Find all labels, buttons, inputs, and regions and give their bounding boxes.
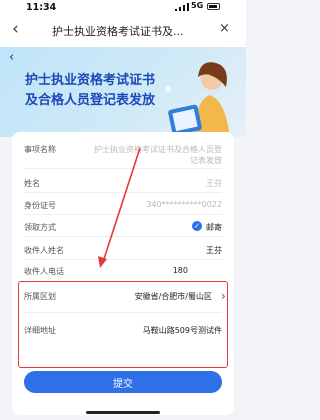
status-time: 11:34 [26,2,57,13]
region-select[interactable]: 安徽省/合肥市/蜀山区 [135,291,212,302]
item-name-label: 事项名称 [24,145,56,154]
divider [24,312,222,313]
id-number-value: 340**********0022 [146,200,222,209]
hero-banner: ‹ 护士执业资格考试证书 及合格人员登记表发放 [0,47,246,137]
illustration-woman-reading-icon [165,62,230,137]
collect-method-value[interactable]: 邮寄 [206,222,222,233]
navigation-bar: ‹ 护士执业资格考试证书及... × [0,15,246,47]
name-value: 王芬 [206,179,222,188]
close-icon[interactable]: × [219,21,230,36]
network-type: 5G [191,1,204,10]
hero-title-line2: 及合格人员登记表发放 [25,93,156,108]
divider [24,192,222,193]
divider [24,236,222,237]
recipient-phone-input[interactable]: 180 [173,266,188,275]
signal-icon [175,3,189,11]
divider [24,214,222,215]
item-name-value: 护士执业资格考试证书及合格人员登记表发放 [94,145,222,165]
recipient-name-label: 收件人姓名 [24,246,64,255]
recipient-phone-label: 收件人电话 [24,267,64,276]
back-icon[interactable]: ‹ [12,19,19,39]
id-number-label: 身份证号 [24,201,56,210]
divider [24,168,222,169]
divider [24,259,222,260]
status-bar: 11:34 5G [0,0,246,15]
battery-icon [207,3,220,10]
hero-title-line1: 护士执业资格考试证书 [25,73,156,88]
submit-button[interactable]: 提交 [24,371,222,393]
recipient-name-input[interactable]: 王芬 [206,245,222,256]
home-indicator [86,411,160,414]
checked-circle-icon[interactable]: ✓ [192,221,202,231]
name-label: 姓名 [24,179,40,188]
address-input[interactable]: 马鞍山路509号测试件 [143,325,222,336]
hero-back-icon[interactable]: ‹ [9,50,14,65]
chevron-right-icon[interactable]: › [221,289,226,303]
application-form: 事项名称 护士执业资格考试证书及合格人员登记表发放 姓名 王芬 身份证号 340… [12,132,234,415]
region-label: 所属区划 [24,292,56,301]
address-label: 详细地址 [24,326,56,335]
page-title: 护士执业资格考试证书及... [52,25,184,38]
collect-method-label: 领取方式 [24,223,56,232]
